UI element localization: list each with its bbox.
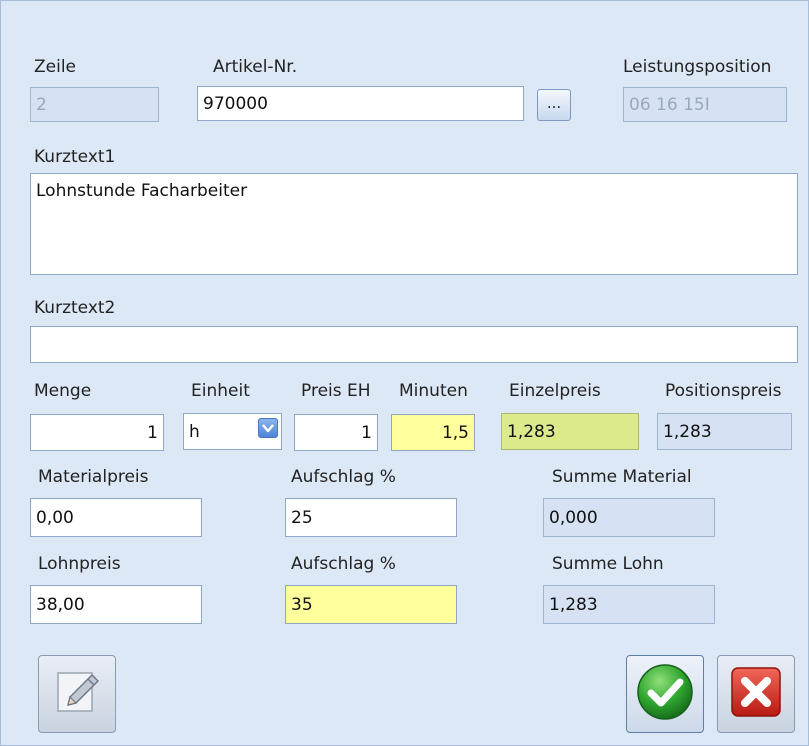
artikel-nr-label: Artikel-Nr.	[213, 57, 298, 77]
minuten-field[interactable]: 1,5	[391, 414, 475, 451]
preis-eh-label: Preis EH	[301, 381, 371, 401]
cancel-button[interactable]	[717, 655, 795, 733]
summe-lohn-field: 1,283	[543, 585, 715, 624]
ok-button[interactable]	[626, 655, 704, 733]
pencil-icon	[50, 665, 104, 724]
positionspreis-field: 1,283	[657, 413, 792, 450]
aufschlag-lohn-label: Aufschlag %	[291, 554, 396, 574]
einzelpreis-field[interactable]: 1,283	[501, 413, 639, 450]
summe-material-label: Summe Material	[552, 467, 692, 487]
menge-field[interactable]: 1	[30, 414, 164, 451]
artikel-browse-button[interactable]: ...	[537, 89, 571, 121]
zeile-label: Zeile	[34, 57, 77, 77]
kurztext2-label: Kurztext2	[34, 298, 116, 318]
preis-eh-field[interactable]: 1	[294, 414, 378, 451]
checkmark-icon	[634, 661, 696, 728]
aufschlag-material-label: Aufschlag %	[291, 467, 396, 487]
chevron-down-icon[interactable]	[258, 418, 278, 438]
minuten-label: Minuten	[399, 381, 468, 401]
einheit-value: h	[189, 421, 200, 442]
aufschlag-material-field[interactable]: 25	[285, 498, 457, 537]
kurztext1-label: Kurztext1	[34, 147, 116, 167]
summe-lohn-label: Summe Lohn	[552, 554, 664, 574]
einheit-label: Einheit	[191, 381, 250, 401]
kurztext2-field[interactable]	[30, 326, 798, 363]
einheit-select[interactable]: h	[183, 413, 282, 450]
aufschlag-lohn-field[interactable]: 35	[285, 585, 457, 624]
artikel-nr-field[interactable]: 970000	[197, 86, 524, 121]
close-icon	[727, 663, 785, 726]
leistungsposition-label: Leistungsposition	[623, 57, 772, 77]
positionspreis-label: Positionspreis	[665, 381, 782, 401]
edit-button[interactable]	[38, 655, 116, 733]
einzelpreis-label: Einzelpreis	[509, 381, 601, 401]
dialog-frame: Zeile 2 Artikel-Nr. 970000 ... Leistungs…	[0, 0, 809, 746]
summe-material-field: 0,000	[543, 498, 715, 537]
kurztext1-textarea[interactable]: Lohnstunde Facharbeiter	[30, 173, 798, 275]
zeile-field: 2	[30, 87, 159, 122]
materialpreis-field[interactable]: 0,00	[30, 498, 202, 537]
materialpreis-label: Materialpreis	[38, 467, 149, 487]
lohnpreis-field[interactable]: 38,00	[30, 585, 202, 624]
leistungsposition-field: 06 16 15I	[623, 87, 787, 122]
menge-label: Menge	[34, 381, 92, 401]
lohnpreis-label: Lohnpreis	[38, 554, 121, 574]
